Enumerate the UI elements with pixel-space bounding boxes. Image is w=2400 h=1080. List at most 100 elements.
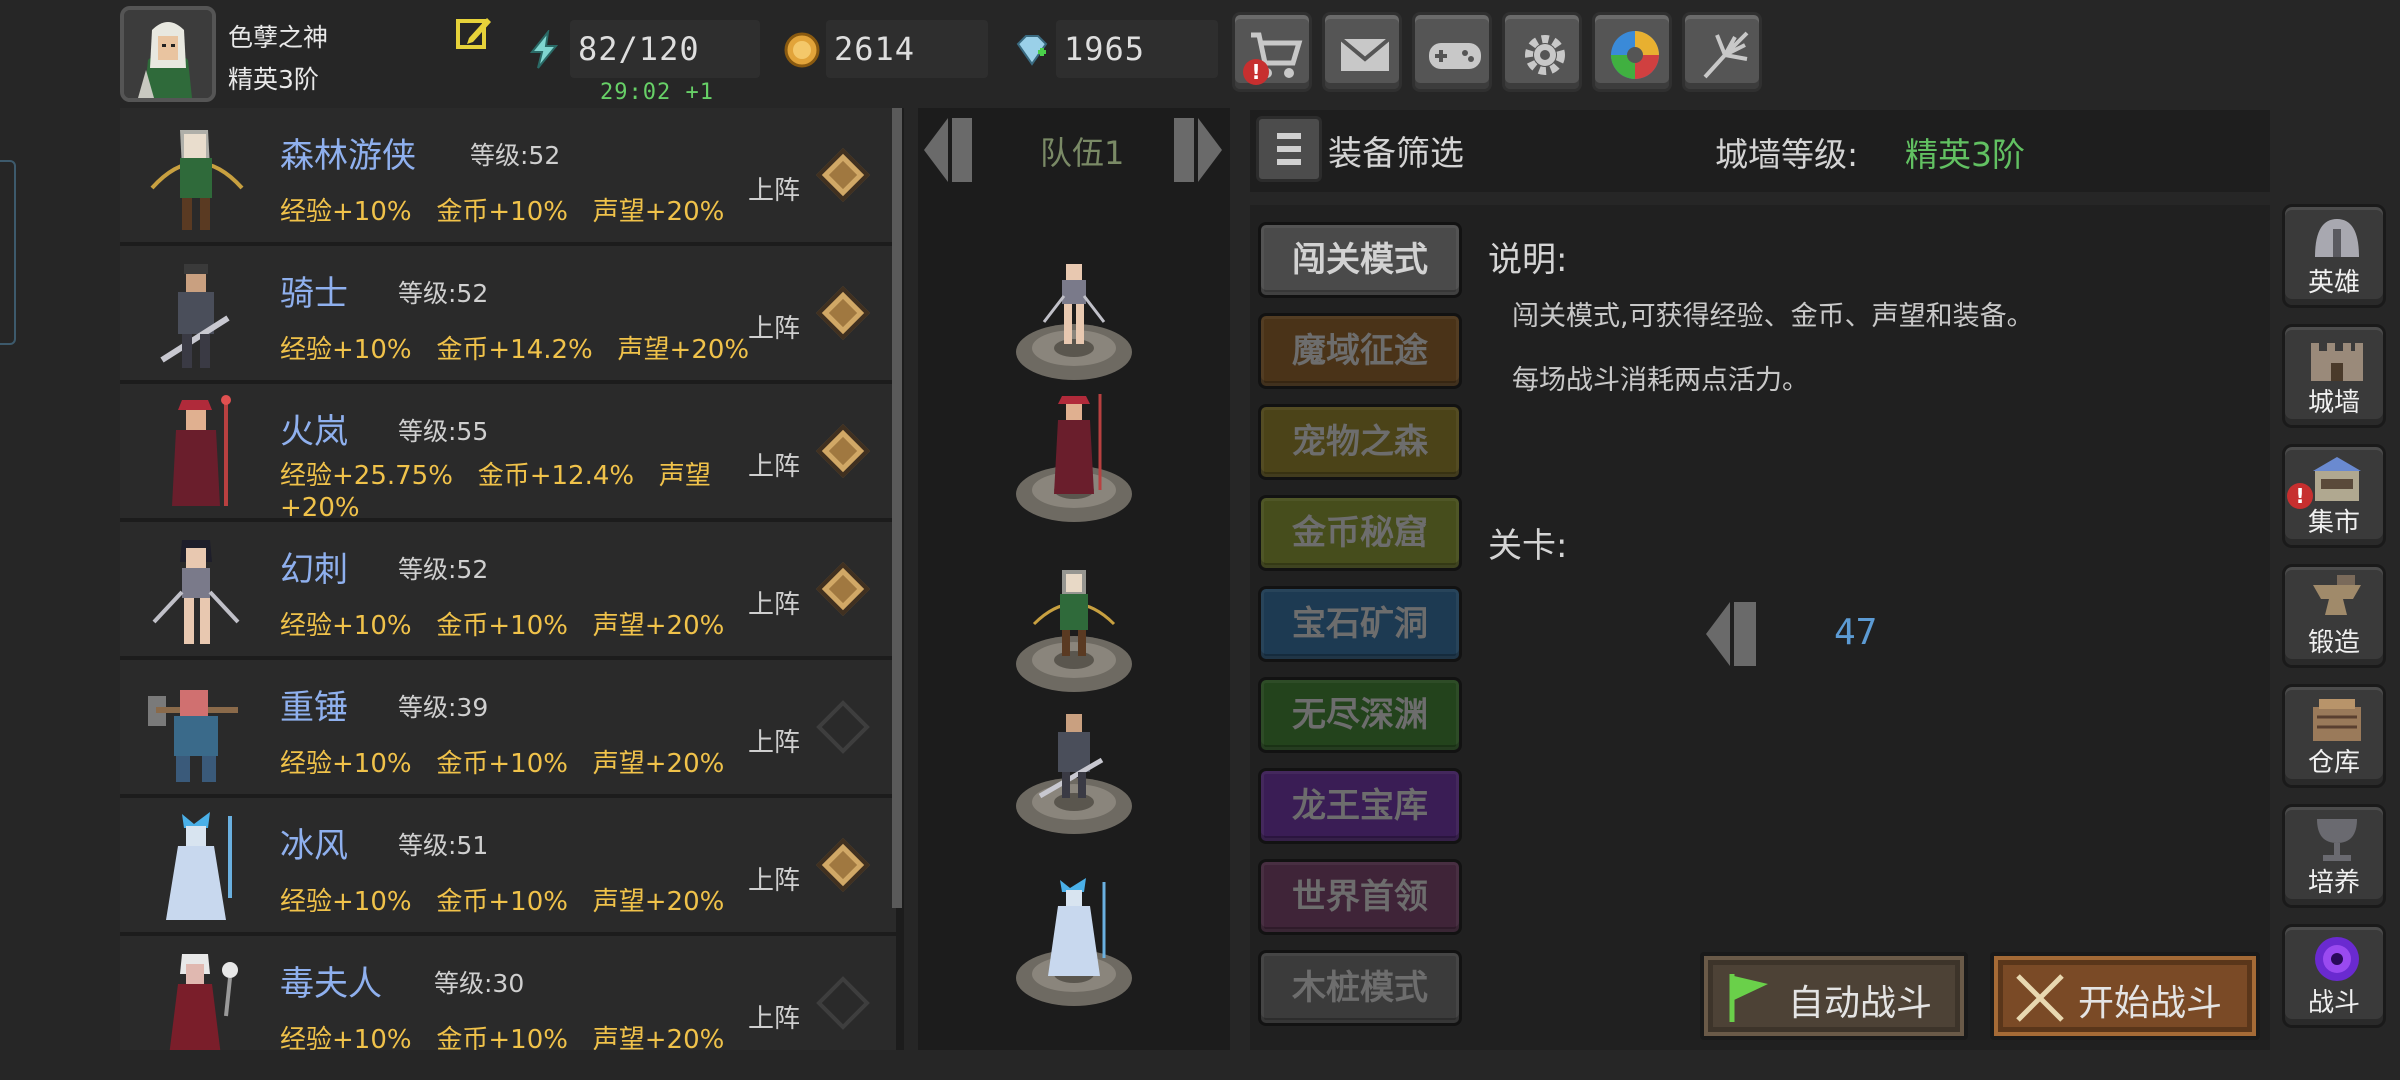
player-avatar[interactable] [120, 6, 216, 102]
description-text: 闯关模式,可获得经验、金币、声望和装备。 [1512, 301, 2034, 332]
arrow-left-icon [924, 118, 972, 182]
stage-title: 关卡: [1488, 526, 1568, 566]
side-menu-warehouse[interactable]: 仓库 [2282, 684, 2386, 788]
team-slot-4[interactable] [1014, 706, 1134, 836]
side-menu-cultivate[interactable]: 培养 [2282, 804, 2386, 908]
hero-bonus-stats: 经验+10% 金币+10% 声望+20% [280, 749, 725, 779]
team-slot-3[interactable] [1014, 564, 1134, 694]
hero-row[interactable]: 森林游侠 等级:52 经验+10% 金币+10% 声望+20% 上阵 [120, 108, 896, 242]
hero-level: 等级:52 [398, 279, 489, 308]
deploy-toggle[interactable] [816, 148, 870, 202]
shop-button[interactable]: ! [1232, 12, 1312, 92]
forest-ranger-sprite [150, 130, 244, 230]
deploy-toggle[interactable] [816, 976, 870, 1030]
player-rank: 精英3阶 [228, 65, 319, 94]
mode-gem-mine-button[interactable]: 宝石矿洞 [1258, 586, 1462, 662]
edit-name-icon[interactable] [455, 14, 493, 52]
crossed-swords-icon [2016, 974, 2064, 1022]
mode-pet-forest-button[interactable]: 宠物之森 [1258, 404, 1462, 480]
mail-button[interactable] [1322, 12, 1402, 92]
hero-deploy-label: 上阵 [748, 590, 801, 620]
phantom-assassin-sprite [152, 540, 240, 644]
deploy-toggle[interactable] [816, 286, 870, 340]
fireworks-button[interactable] [1682, 12, 1762, 92]
equipment-filter-label[interactable]: 装备筛选 [1328, 126, 1464, 175]
mode-dragon-vault-button[interactable]: 龙王宝库 [1258, 768, 1462, 844]
color-wheel-button[interactable] [1592, 12, 1672, 92]
hero-deploy-label: 上阵 [748, 1004, 801, 1034]
side-menu-label: 城墙 [2307, 388, 2360, 418]
hero-name: 毒夫人 [280, 964, 382, 1004]
hero-name: 骑士 [280, 274, 348, 314]
energy-icon [524, 28, 564, 70]
gamepad-button[interactable] [1412, 12, 1492, 92]
arrow-right-icon [1174, 118, 1222, 182]
gem-icon [1012, 30, 1052, 70]
castle-icon [2311, 343, 2363, 381]
player-name: 色孽之神 [228, 23, 329, 52]
side-menu-label: 英雄 [2307, 268, 2360, 298]
stage-number: 47 [1834, 612, 1878, 653]
gem-value: 1965 [1056, 20, 1218, 78]
shop-alert-badge: ! [1243, 59, 1269, 85]
side-menu-label: 集市 [2307, 508, 2360, 538]
team-slot-2[interactable] [1014, 394, 1134, 524]
mode-demon-journey-button[interactable]: 魔域征途 [1258, 313, 1462, 389]
hero-row[interactable]: 骑士 等级:52 经验+10% 金币+14.2% 声望+20% 上阵 [120, 246, 896, 380]
stage-prev-button[interactable] [1700, 594, 1770, 674]
hero-name: 冰风 [280, 826, 348, 866]
hero-row[interactable]: 火岚 等级:55 经验+25.75% 金币+12.4% 声望 +20% 上阵 [120, 384, 896, 523]
knight-sprite [160, 264, 230, 368]
hero-row[interactable]: 冰风 等级:51 经验+10% 金币+10% 声望+20% 上阵 [120, 798, 896, 932]
mode-stage-button[interactable]: 闯关模式 [1258, 222, 1462, 298]
hero-list[interactable]: 森林游侠 等级:52 经验+10% 金币+10% 声望+20% 上阵 骑士 等级… [120, 108, 904, 1050]
team-next-button[interactable] [1168, 112, 1228, 188]
settings-button[interactable] [1502, 12, 1582, 92]
mode-endless-abyss-button[interactable]: 无尽深渊 [1258, 677, 1462, 753]
hero-level: 等级:30 [434, 969, 525, 998]
auto-battle-button[interactable]: 自动战斗 [1700, 952, 1968, 1040]
fire-mage-sprite [172, 395, 231, 506]
hero-row[interactable]: 重锤 等级:39 经验+10% 金币+10% 声望+20% 上阵 [120, 660, 896, 794]
ice-wind-sprite [166, 812, 232, 920]
side-menu-label: 战斗 [2307, 988, 2360, 1018]
description-cost-text: 每场战斗消耗两点活力。 [1512, 365, 1809, 396]
hero-level: 等级:52 [470, 141, 561, 170]
hero-bonus-stats: 经验+10% 金币+10% 声望+20% [280, 1025, 725, 1050]
gamepad-icon [1429, 43, 1481, 69]
hero-deploy-label: 上阵 [748, 866, 801, 896]
team-slot-1[interactable] [1014, 252, 1134, 382]
anvil-icon [2313, 575, 2361, 615]
energy-value: 82/120 [570, 20, 760, 78]
hero-row[interactable]: 幻刺 等级:52 经验+10% 金币+10% 声望+20% 上阵 [120, 522, 896, 656]
deploy-toggle[interactable] [816, 562, 870, 616]
mode-gold-cave-button[interactable]: 金币秘窟 [1258, 495, 1462, 571]
mode-world-boss-button[interactable]: 世界首领 [1258, 859, 1462, 935]
hero-deploy-label: 上阵 [748, 728, 801, 758]
team-prev-button[interactable] [918, 112, 978, 188]
deploy-toggle[interactable] [816, 700, 870, 754]
energy-regen-timer: 29:02 +1 [600, 80, 714, 105]
hero-name: 森林游侠 [280, 136, 416, 176]
equipment-filter-button[interactable] [1256, 116, 1322, 182]
gear-icon [1525, 35, 1565, 75]
gold-coin-icon [782, 30, 822, 70]
start-battle-button[interactable]: 开始战斗 [1990, 952, 2260, 1040]
hero-row[interactable]: 毒夫人 等级:30 经验+10% 金币+10% 声望+20% 上阵 [120, 936, 896, 1050]
side-menu-forge[interactable]: 锻造 [2282, 564, 2386, 668]
side-menu-market[interactable]: ! 集市 [2282, 444, 2386, 548]
mode-training-dummy-button[interactable]: 木桩模式 [1258, 950, 1462, 1026]
hero-list-scrollbar[interactable] [892, 108, 902, 908]
fireworks-icon [1703, 31, 1749, 79]
side-menu-wall[interactable]: 城墙 [2282, 324, 2386, 428]
market-icon [2313, 457, 2361, 501]
warehouse-icon [2313, 699, 2361, 741]
deploy-toggle[interactable] [816, 838, 870, 892]
side-menu-battle[interactable]: 战斗 [2282, 924, 2386, 1028]
side-menu-heroes[interactable]: 英雄 [2282, 204, 2386, 308]
hero-name: 火岚 [280, 412, 348, 452]
team-slot-5[interactable] [1014, 878, 1134, 1008]
hero-level: 等级:51 [398, 831, 489, 860]
team-name: 队伍1 [1040, 134, 1125, 172]
edge-drawer-tab[interactable] [0, 160, 16, 345]
